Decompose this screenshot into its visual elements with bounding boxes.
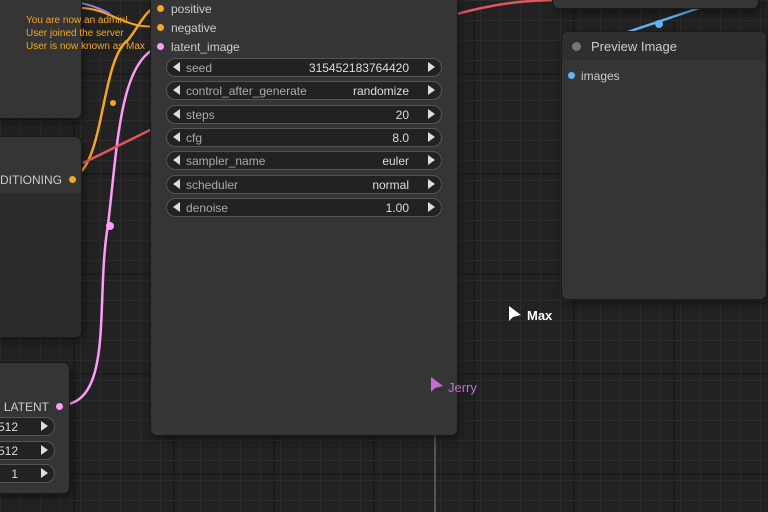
widget-value: normal — [372, 178, 409, 192]
decrement-arrow-icon[interactable] — [173, 202, 180, 212]
sampler-name-widget[interactable]: sampler_name euler — [166, 151, 442, 170]
latent-output-dot[interactable] — [56, 403, 63, 410]
increment-arrow-icon[interactable] — [428, 179, 435, 189]
cursor-name: Max — [527, 308, 553, 323]
control-after-generate-widget[interactable]: control_after_generate randomize — [166, 81, 442, 100]
increment-arrow-icon[interactable] — [41, 421, 48, 431]
preview-image-title: Preview Image — [591, 39, 677, 54]
widget-value: 20 — [395, 108, 409, 122]
increment-arrow-icon[interactable] — [428, 132, 435, 142]
conditioning-link-midpoint — [110, 100, 116, 106]
increment-arrow-icon[interactable] — [428, 85, 435, 95]
decrement-arrow-icon[interactable] — [173, 132, 180, 142]
conditioning-output-label: DITIONING — [0, 173, 62, 187]
collapse-dot-icon[interactable] — [572, 42, 581, 51]
widget-value: 1.00 — [385, 201, 409, 215]
top-right-node[interactable] — [553, 0, 758, 8]
chat-message: You are now an admin! — [26, 15, 128, 26]
images-input-dot[interactable] — [568, 72, 575, 79]
latent-link-midpoint — [106, 222, 114, 230]
increment-arrow-icon[interactable] — [41, 468, 48, 478]
images-input-label: images — [581, 69, 620, 83]
cfg-widget[interactable]: cfg 8.0 — [166, 128, 442, 147]
latent-image-input-label: latent_image — [171, 40, 240, 54]
conditioning-output-dot[interactable] — [69, 176, 76, 183]
widget-value: 315452183764420 — [308, 61, 409, 75]
height-widget[interactable]: 512 — [0, 441, 55, 460]
height-value: 512 — [0, 444, 18, 458]
negative-input-dot[interactable] — [157, 24, 164, 31]
cursor-arrow-icon — [431, 377, 443, 392]
widget-value: randomize — [352, 84, 409, 98]
cursor-arrow-icon — [509, 306, 521, 321]
width-value: 512 — [0, 420, 18, 434]
increment-arrow-icon[interactable] — [428, 202, 435, 212]
steps-widget[interactable]: steps 20 — [166, 105, 442, 124]
widget-label: denoise — [186, 201, 229, 215]
decrement-arrow-icon[interactable] — [173, 155, 180, 165]
preview-image-node[interactable]: Preview Image images — [562, 32, 766, 299]
preview-image-titlebar[interactable]: Preview Image — [562, 32, 766, 60]
increment-arrow-icon[interactable] — [41, 445, 48, 455]
widget-label: scheduler — [186, 178, 239, 192]
widget-value: euler — [382, 154, 409, 168]
widget-value: 8.0 — [392, 131, 409, 145]
widget-label: sampler_name — [186, 154, 266, 168]
width-widget[interactable]: 512 — [0, 417, 55, 436]
positive-input-dot[interactable] — [157, 5, 164, 12]
model-link-top — [456, 0, 561, 16]
conditioning-node-body — [0, 193, 81, 337]
cursor-name: Jerry — [448, 380, 477, 395]
chat-message: User joined the server — [26, 28, 124, 39]
ksampler-node[interactable]: positive negative latent_image seed 3154… — [151, 0, 457, 435]
negative-input-label: negative — [171, 21, 217, 35]
increment-arrow-icon[interactable] — [428, 62, 435, 72]
decrement-arrow-icon[interactable] — [173, 62, 180, 72]
chat-message: User is now known as Max — [26, 41, 145, 52]
batch-size-value: 1 — [11, 467, 18, 481]
scheduler-widget[interactable]: scheduler normal — [166, 175, 442, 194]
empty-latent-node[interactable]: LATENT 512 512 1 — [0, 363, 69, 493]
latent-output-label: LATENT — [3, 400, 49, 414]
widget-label: cfg — [186, 131, 203, 145]
positive-input-label: positive — [171, 2, 212, 16]
decrement-arrow-icon[interactable] — [173, 179, 180, 189]
decrement-arrow-icon[interactable] — [173, 85, 180, 95]
chat-messages: You are now an admin! User joined the se… — [26, 14, 145, 53]
decrement-arrow-icon[interactable] — [173, 109, 180, 119]
seed-widget[interactable]: seed 315452183764420 — [166, 58, 442, 77]
increment-arrow-icon[interactable] — [428, 155, 435, 165]
latent-image-input-dot[interactable] — [157, 43, 164, 50]
increment-arrow-icon[interactable] — [428, 109, 435, 119]
image-link-midpoint — [655, 20, 663, 28]
widget-label: steps — [186, 108, 215, 122]
denoise-widget[interactable]: denoise 1.00 — [166, 198, 442, 217]
widget-label: control_after_generate — [186, 84, 307, 98]
batch-size-widget[interactable]: 1 — [0, 464, 55, 483]
widget-label: seed — [186, 61, 213, 75]
conditioning-node[interactable]: DITIONING — [0, 137, 81, 337]
